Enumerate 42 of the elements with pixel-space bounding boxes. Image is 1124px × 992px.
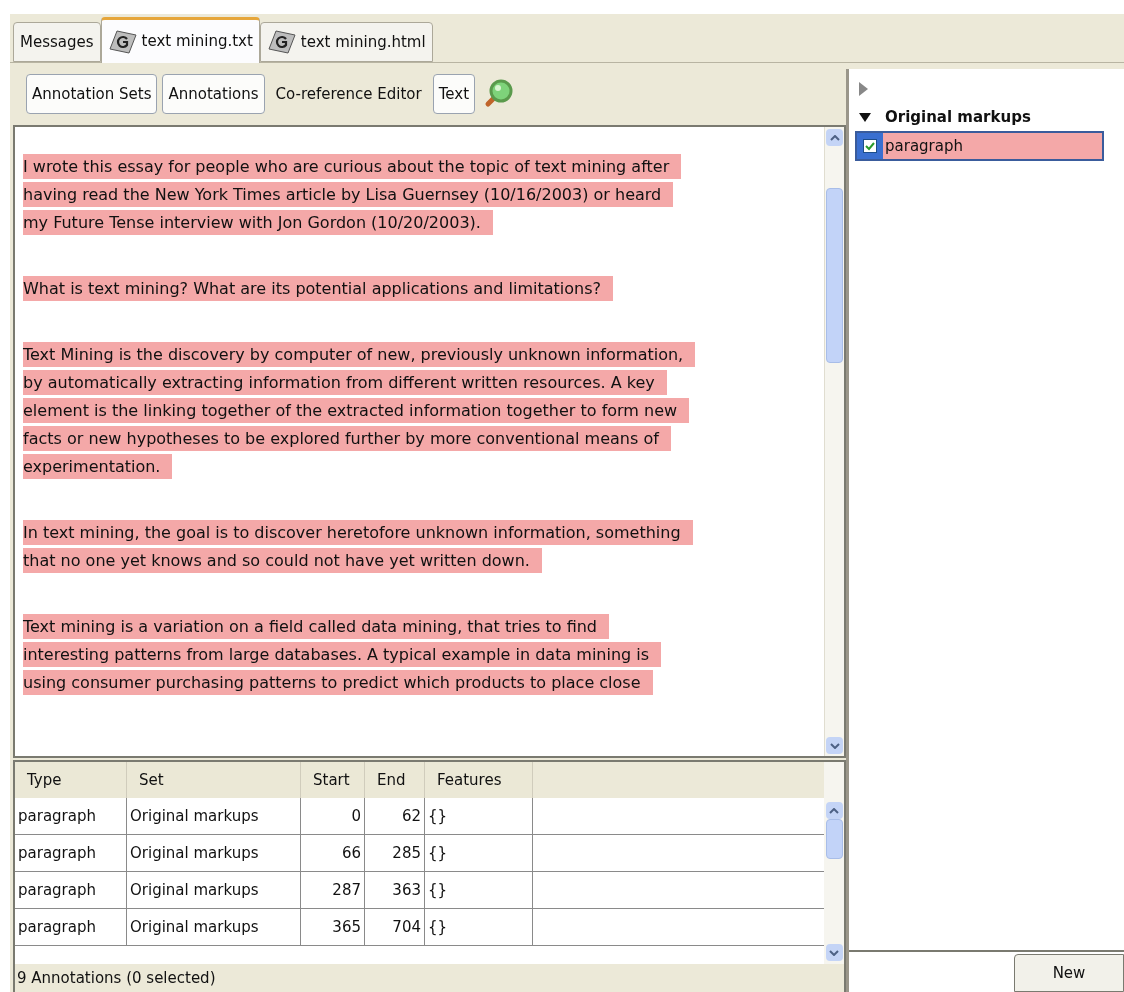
table-cell: 285: [365, 835, 425, 871]
view-toggle-button[interactable]: Text: [432, 74, 476, 114]
new-button[interactable]: New: [1014, 954, 1124, 992]
table-cell: Original markups: [127, 909, 301, 945]
document-icon: [107, 28, 138, 55]
table-cell: {}: [425, 798, 533, 834]
table-cell: {}: [425, 835, 533, 871]
table-cell: {}: [425, 872, 533, 908]
tab[interactable]: text mining.html: [259, 22, 433, 62]
table-cell: paragraph: [15, 872, 127, 908]
annotation-set-name: Original markups: [885, 106, 1031, 128]
table-cell: 363: [365, 872, 425, 908]
table-cell: 704: [365, 909, 425, 945]
tab[interactable]: Messages: [13, 22, 101, 62]
scroll-thumb[interactable]: [825, 819, 843, 859]
checkbox[interactable]: [863, 139, 877, 153]
table-cell: paragraph: [15, 909, 127, 945]
annotation-type-row[interactable]: paragraph: [855, 131, 1104, 161]
status-text: 9 Annotations (0 selected): [17, 967, 216, 989]
table-cell: {}: [425, 909, 533, 945]
table-cell: paragraph: [15, 835, 127, 871]
annotation-type-label: paragraph: [883, 133, 1102, 159]
scroll-thumb[interactable]: [826, 188, 843, 363]
table-cell: 62: [365, 798, 425, 834]
view-toggle-button[interactable]: Co-reference Editor: [269, 74, 428, 114]
table-cell: 0: [301, 798, 365, 834]
view-toggle-button[interactable]: Annotation Sets: [26, 74, 158, 114]
table-cell: Original markups: [127, 835, 301, 871]
vertical-scrollbar[interactable]: [824, 762, 844, 964]
vertical-scrollbar[interactable]: [824, 127, 844, 756]
expanded-triangle-icon[interactable]: [859, 112, 871, 122]
table-cell: paragraph: [15, 798, 127, 834]
table-cell: 365: [301, 909, 365, 945]
table-cell: Original markups: [127, 872, 301, 908]
table-cell: 287: [301, 872, 365, 908]
document-icon: [266, 29, 297, 55]
table-cell: 66: [301, 835, 365, 871]
view-toggle-button[interactable]: Annotations: [162, 74, 265, 114]
check-icon: [865, 141, 875, 151]
table-cell: Original markups: [127, 798, 301, 834]
collapsed-triangle-icon[interactable]: [859, 82, 868, 96]
tab[interactable]: text mining.txt: [100, 17, 260, 63]
